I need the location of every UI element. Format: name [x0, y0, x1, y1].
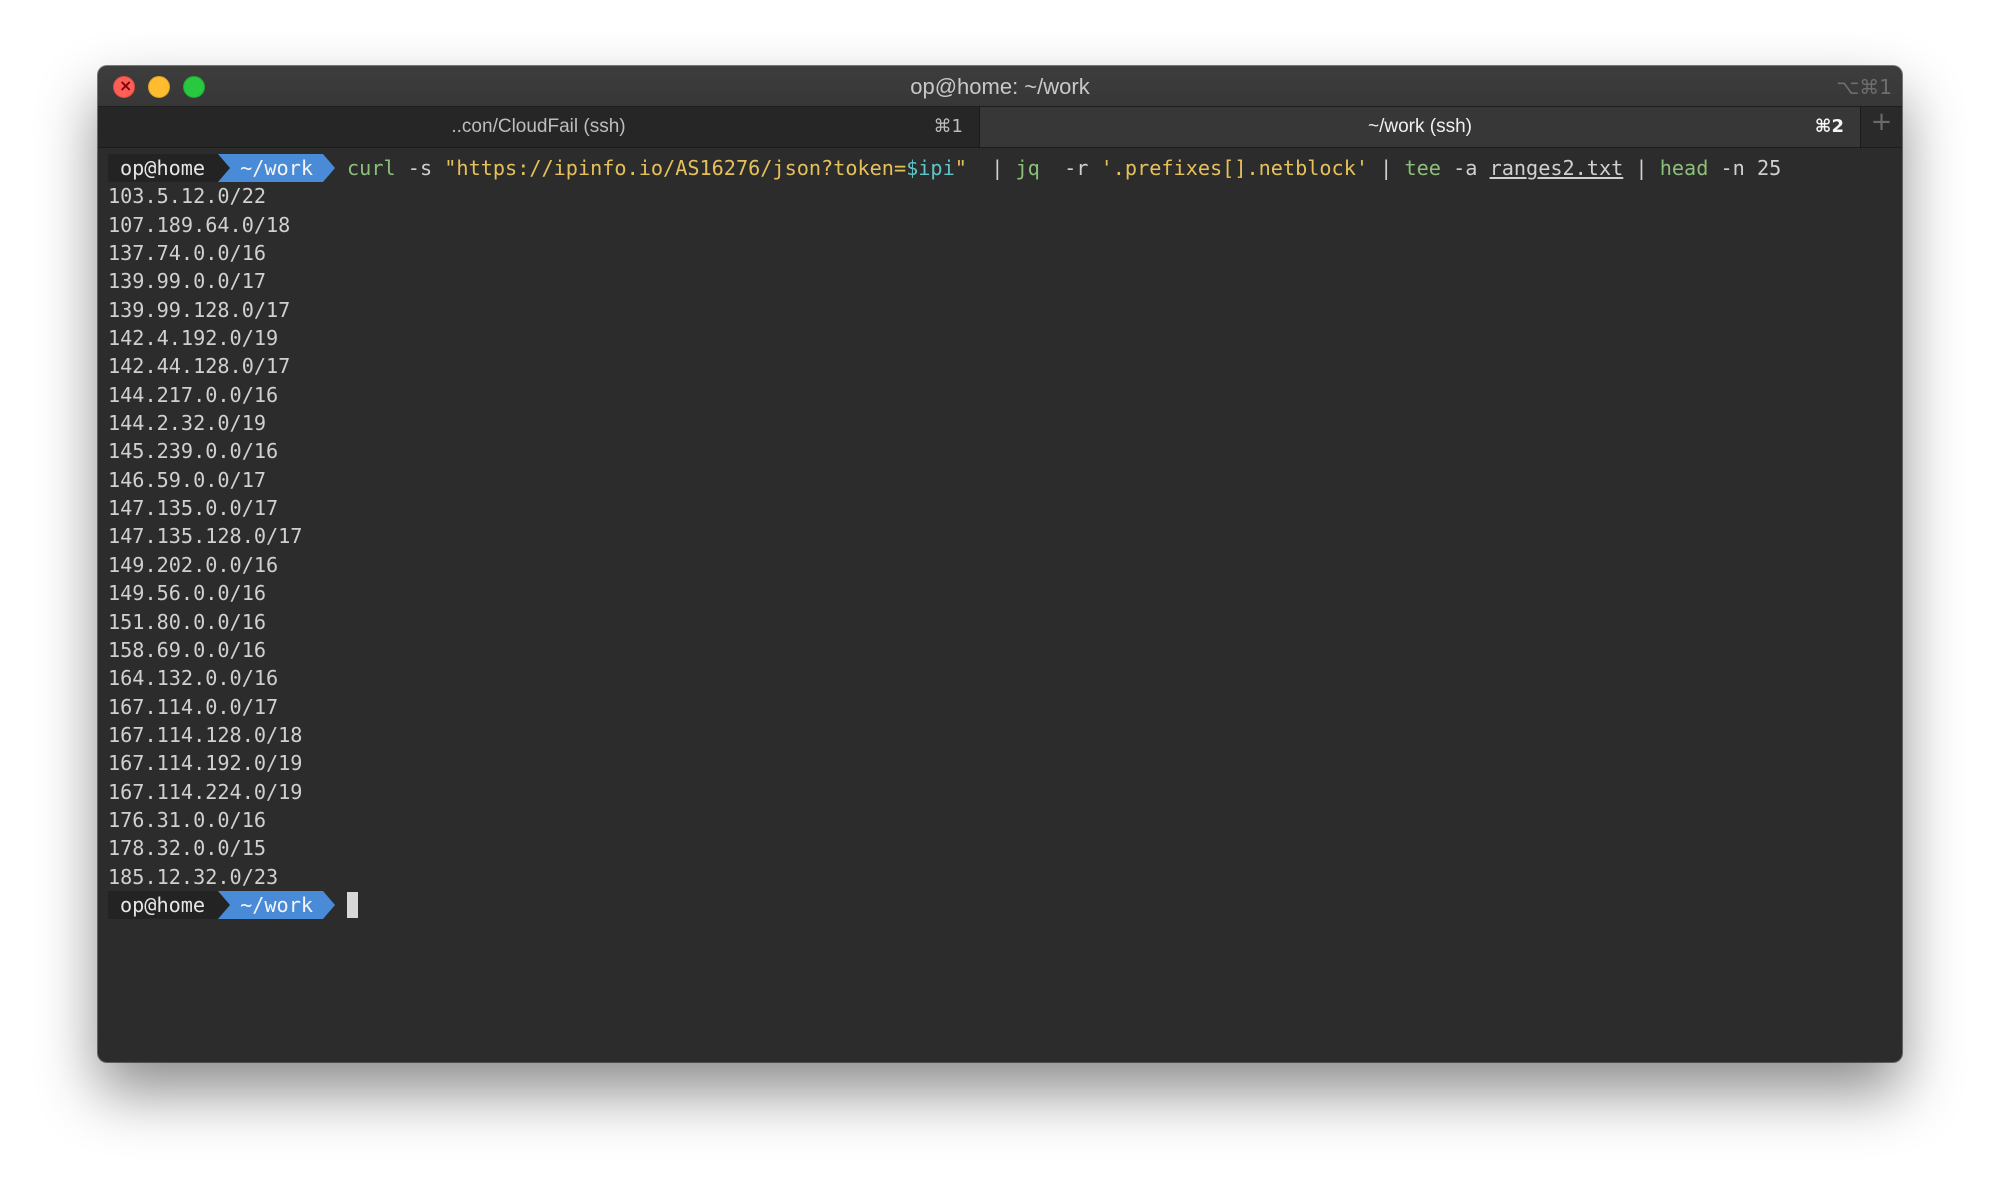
new-tab-button[interactable]: +: [1861, 107, 1902, 147]
prompt-line[interactable]: op@home ~/work: [108, 890, 1892, 919]
output-line: 139.99.0.0/17: [108, 269, 267, 294]
output-line: 185.12.32.0/23: [108, 864, 279, 889]
prompt-user: op@home: [108, 890, 219, 919]
output-line: 145.239.0.0/16: [108, 439, 279, 464]
output-line: 144.217.0.0/16: [108, 382, 279, 407]
output-line: 137.74.0.0/16: [108, 241, 267, 266]
output-line: 167.114.224.0/19: [108, 779, 303, 804]
output-line: 151.80.0.0/16: [108, 609, 267, 634]
command-pipe: |: [1623, 156, 1660, 180]
output-line: 147.135.128.0/17: [108, 524, 303, 549]
tab-shortcut: ⌘1: [933, 116, 963, 137]
output-line: 167.114.0.0/17: [108, 694, 279, 719]
terminal-content[interactable]: op@home ~/work curl -s "https://ipinfo.io/…: [108, 154, 1892, 1062]
command-tee: tee: [1404, 156, 1441, 180]
prompt-directory: ~/work: [218, 154, 335, 182]
tab-label: ..con/CloudFail (ssh): [451, 116, 626, 137]
command-curl: curl: [347, 156, 396, 180]
command-arg: -n 25: [1708, 156, 1782, 180]
title-bar[interactable]: op@home: ~/work ⌥⌘1: [98, 66, 1902, 107]
prompt-user: op@home: [108, 154, 219, 182]
terminal-window: op@home: ~/work ⌥⌘1 ..con/CloudFail (ssh…: [98, 66, 1902, 1062]
output-line: 149.56.0.0/16: [108, 581, 267, 606]
command-arg: -a: [1440, 156, 1490, 180]
output-line: 107.189.64.0/18: [108, 212, 291, 237]
tab-work-ssh[interactable]: ~/work (ssh) ⌘2: [980, 107, 1861, 147]
tab-cloudfail-ssh[interactable]: ..con/CloudFail (ssh) ⌘1: [98, 107, 980, 147]
command-file: ranges2.txt: [1489, 156, 1624, 180]
command-arg: -r: [1039, 156, 1101, 180]
prompt-directory: ~/work: [218, 890, 335, 919]
window-title: op@home: ~/work: [910, 74, 1090, 99]
tab-label: ~/work (ssh): [1368, 116, 1472, 137]
tab-bar: ..con/CloudFail (ssh) ⌘1 ~/work (ssh) ⌘2…: [98, 107, 1902, 148]
command-string: ": [954, 156, 967, 180]
output-line: 142.4.192.0/19: [108, 326, 279, 351]
command-head: head: [1659, 156, 1709, 180]
text-cursor: [347, 891, 359, 918]
output-line: 178.32.0.0/15: [108, 836, 267, 861]
command-pipe: |: [966, 156, 1016, 180]
command-variable: $ipi: [906, 156, 955, 180]
command-string: "https://ipinfo.io/AS16276/json?token=: [444, 156, 907, 180]
output-line: 142.44.128.0/17: [108, 354, 291, 379]
output-line: 167.114.128.0/18: [108, 722, 303, 747]
command-arg: -s: [395, 156, 445, 180]
output-line: 158.69.0.0/16: [108, 637, 267, 662]
command-pipe: |: [1368, 156, 1405, 180]
output-line: 164.132.0.0/16: [108, 666, 279, 691]
output-line: 103.5.12.0/22: [108, 184, 267, 209]
output-line: 139.99.128.0/17: [108, 297, 291, 322]
command-string: '.prefixes[].netblock': [1100, 156, 1369, 180]
command-jq: jq: [1015, 156, 1040, 180]
command-line: op@home ~/work curl -s "https://ipinfo.io/…: [108, 154, 1892, 182]
output-line: 144.2.32.0/19: [108, 411, 267, 436]
output-line: 147.135.0.0/17: [108, 496, 279, 521]
output-line: 167.114.192.0/19: [108, 751, 303, 776]
tab-shortcut: ⌘2: [1814, 116, 1844, 137]
output-line: 176.31.0.0/16: [108, 807, 267, 832]
window-shortcut: ⌥⌘1: [1836, 75, 1892, 99]
output-line: 149.202.0.0/16: [108, 552, 279, 577]
output-line: 146.59.0.0/17: [108, 467, 267, 492]
